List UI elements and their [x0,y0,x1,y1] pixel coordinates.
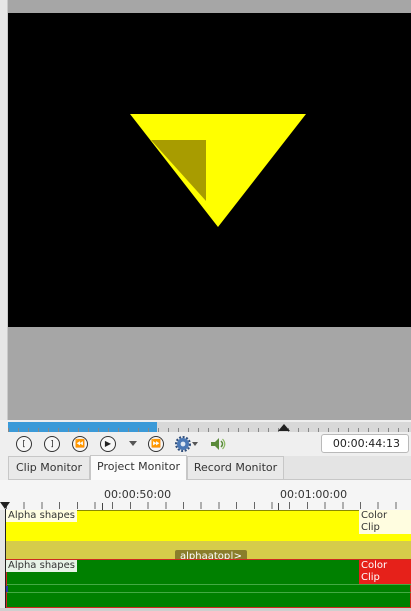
timecode-field[interactable]: 00:00:44:13 [321,434,409,453]
out-point-icon: ] [50,439,54,448]
track-marker [6,586,8,592]
gear-icon[interactable] [175,436,191,452]
clip-divider [7,584,411,585]
set-zone-out-button[interactable]: ] [44,436,60,452]
position-marker-icon[interactable] [278,424,290,431]
clip-type: Color Clip [359,510,411,534]
play-button[interactable]: ▶ [100,436,116,452]
clip-name: Alpha shapes [6,510,77,522]
video-preview[interactable] [8,13,411,327]
tab-clip-monitor[interactable]: Clip Monitor [8,456,90,479]
rewind-button[interactable]: ⏪ [72,436,88,452]
playhead-line [5,509,6,611]
ruler-major-ticks [6,503,411,510]
monitor-controls: [ ] ⏪ ▶ ⏩ 00:00:44:13 [8,432,411,456]
ruler-label: 00:00:50:00 [104,488,172,501]
set-zone-in-button[interactable]: [ [16,436,32,452]
ruler-label: 00:01:00:00 [280,488,348,501]
volume-icon[interactable] [209,435,227,453]
in-point-icon: [ [22,439,26,448]
forward-button[interactable]: ⏩ [148,436,164,452]
clip-type: Color Clip [359,560,411,584]
playhead-icon[interactable] [0,502,10,509]
play-options-chevron-icon[interactable] [129,441,137,446]
clip-divider [7,592,411,593]
yellow-triangle [130,114,306,227]
forward-icon: ⏩ [151,439,161,448]
play-icon: ▶ [104,439,112,448]
panel-edge [0,0,8,420]
preview-frame [130,114,306,227]
tab-project-monitor[interactable]: Project Monitor [90,455,187,480]
options-chevron-down-icon[interactable] [192,442,198,446]
clip-name: Alpha shapes [6,560,77,572]
tab-record-monitor[interactable]: Record Monitor [187,456,284,479]
rewind-icon: ⏪ [75,439,85,448]
monitor-tabs: Clip Monitor Project Monitor Record Moni… [8,455,411,480]
